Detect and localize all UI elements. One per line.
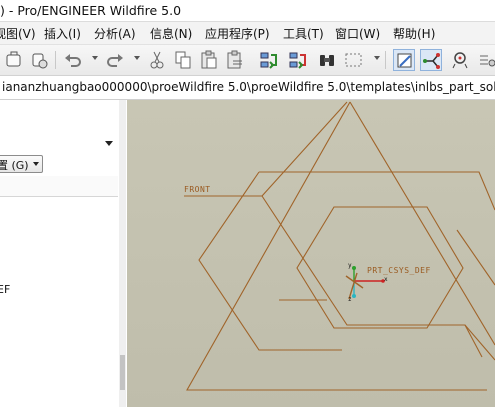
z-axis-label: z	[348, 296, 352, 303]
copy-icon[interactable]	[172, 49, 194, 71]
front-datum-plane	[184, 101, 495, 361]
regenerate-icon[interactable]	[258, 49, 280, 71]
address-path: iananzhuangbao000000\proeWildfire 5.0\pr…	[2, 80, 495, 94]
spin-center-icon[interactable]	[449, 49, 471, 71]
central-datum-plane	[279, 229, 495, 301]
redo-dropdown-icon[interactable]	[134, 56, 140, 60]
menu-applications[interactable]: 应用程序(P)	[205, 25, 270, 42]
graphics-window[interactable]: FRONT PRT_CSYS_DEF y x z	[127, 100, 495, 407]
undo-dropdown-icon[interactable]	[92, 56, 98, 60]
right-datum-plane	[186, 101, 495, 391]
csys-label: PRT_CSYS_DEF	[367, 266, 431, 275]
redo-icon[interactable]	[104, 49, 126, 71]
panel-dropdown-icon[interactable]	[105, 141, 113, 146]
select-dropdown-icon[interactable]	[374, 56, 380, 60]
paste-icon[interactable]	[198, 49, 220, 71]
top-datum-plane	[198, 171, 495, 351]
toolbar-separator	[55, 51, 56, 69]
scrollbar-thumb[interactable]	[120, 355, 125, 390]
save-copy-icon[interactable]	[3, 49, 25, 71]
menu-insert[interactable]: 插入(I)	[44, 25, 81, 42]
undo-icon[interactable]	[62, 49, 84, 71]
window-title: ) - Pro/ENGINEER Wildfire 5.0	[0, 3, 182, 18]
chevron-down-icon	[33, 162, 39, 166]
y-axis-label: y	[348, 262, 352, 269]
menu-info[interactable]: 信息(N)	[150, 25, 192, 42]
menu-view[interactable]: 视图(V)	[0, 25, 36, 42]
show-button-label: 置 (G)	[0, 159, 29, 172]
main-toolbar	[0, 45, 495, 76]
cut-icon[interactable]	[146, 49, 168, 71]
tree-column-header	[0, 176, 118, 197]
datum-axes-icon[interactable]	[420, 49, 442, 71]
model-tree-panel: 置 (G) EF	[0, 100, 120, 407]
paste-special-icon[interactable]	[224, 49, 246, 71]
menu-window[interactable]: 窗口(W)	[335, 25, 380, 42]
menu-help[interactable]: 帮助(H)	[393, 25, 435, 42]
datum-geometry	[184, 101, 495, 391]
panel-scrollbar[interactable]	[119, 100, 126, 407]
x-axis-label: x	[384, 276, 388, 283]
tree-item-csys[interactable]: EF	[0, 283, 10, 296]
address-bar[interactable]: iananzhuangbao000000\proeWildfire 5.0\pr…	[0, 76, 495, 100]
front-plane-label: FRONT	[184, 185, 211, 194]
datum-display-icon[interactable]	[393, 49, 415, 71]
erase-icon[interactable]	[28, 49, 50, 71]
more-tools-icon[interactable]	[476, 49, 495, 71]
title-bar: ) - Pro/ENGINEER Wildfire 5.0	[0, 0, 495, 22]
side-datum-edge	[464, 324, 483, 358]
toolbar-separator	[385, 51, 386, 69]
show-dropdown-button[interactable]: 置 (G)	[0, 155, 43, 173]
select-box-icon[interactable]	[343, 49, 365, 71]
menu-tools[interactable]: 工具(T)	[283, 25, 324, 42]
regenerate-manager-icon[interactable]	[287, 49, 309, 71]
find-icon[interactable]	[316, 49, 338, 71]
menu-bar: 视图(V) 插入(I) 分析(A) 信息(N) 应用程序(P) 工具(T) 窗口…	[0, 22, 495, 45]
menu-analysis[interactable]: 分析(A)	[94, 25, 136, 42]
